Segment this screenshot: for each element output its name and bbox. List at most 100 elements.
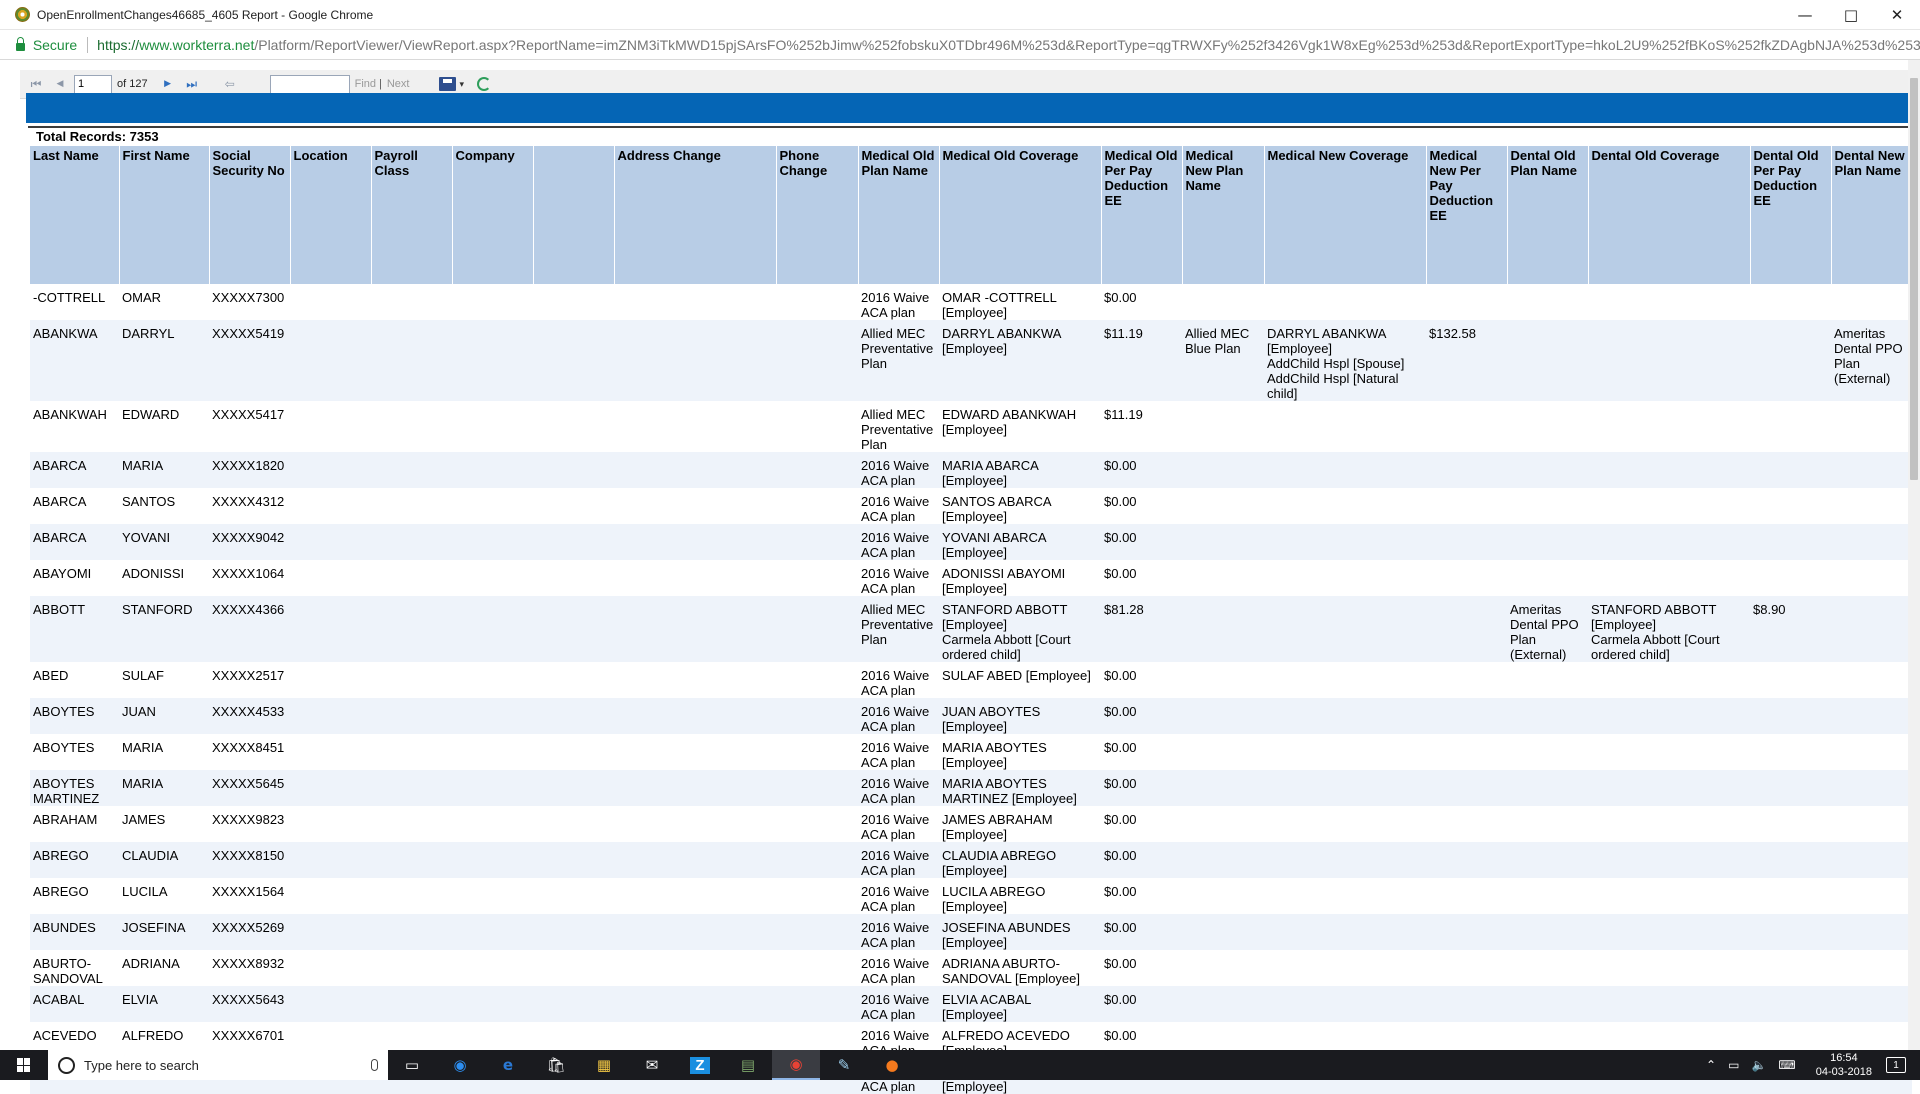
keyboard-icon[interactable]: ⌨ xyxy=(1778,1058,1795,1072)
address-bar[interactable]: Secure https://www.workterra.net/Platfor… xyxy=(0,30,1920,60)
table-cell xyxy=(1831,488,1912,524)
zoom-icon[interactable]: Z xyxy=(676,1050,724,1080)
find-separator: | xyxy=(379,78,382,90)
table-row: ABARCA SANTOS XXXXX4312 2016 Waive ACA plan… xyxy=(30,488,1912,524)
table-cell xyxy=(1264,914,1426,950)
table-row: ABOYTES JUAN XXXXX4533 2016 Waive ACA plan J… xyxy=(30,698,1912,734)
minimize-button[interactable]: — xyxy=(1782,0,1828,30)
maximize-button[interactable]: □ xyxy=(1828,0,1874,30)
firefox-icon[interactable]: ● xyxy=(868,1050,916,1080)
table-cell xyxy=(452,401,533,452)
column-header: Dental Old Per Pay Deduction EE xyxy=(1750,146,1832,284)
table-cell xyxy=(776,524,858,560)
last-page-icon[interactable]: ⏭ xyxy=(184,76,200,92)
table-cell xyxy=(371,401,452,452)
mail-icon[interactable]: ✉ xyxy=(628,1050,676,1080)
table-cell: XXXXX8932 xyxy=(209,950,290,986)
table-cell xyxy=(1264,698,1426,734)
table-cell xyxy=(776,596,858,662)
edge-icon[interactable]: e xyxy=(484,1050,532,1080)
table-cell xyxy=(1588,488,1750,524)
table-cell xyxy=(452,524,533,560)
table-cell xyxy=(452,560,533,596)
safari-icon[interactable]: ◉ xyxy=(436,1050,484,1080)
chrome-app-icon xyxy=(15,7,30,22)
table-cell xyxy=(533,596,614,662)
table-cell xyxy=(1507,698,1588,734)
notification-icon[interactable]: 1 xyxy=(1886,1057,1906,1073)
table-cell xyxy=(1182,914,1264,950)
table-cell: ADONISSI ABAYOMI [Employee] xyxy=(939,560,1101,596)
table-cell xyxy=(1264,401,1426,452)
show-hidden-icons-icon[interactable]: ⌃ xyxy=(1706,1058,1716,1072)
table-cell xyxy=(1588,950,1750,986)
network-icon[interactable]: ▭ xyxy=(1728,1058,1739,1072)
table-cell xyxy=(1831,770,1912,806)
scrollbar-thumb[interactable] xyxy=(1910,78,1918,480)
table-cell: ABOYTES xyxy=(30,734,119,770)
table-cell xyxy=(614,914,776,950)
table-cell xyxy=(1588,770,1750,806)
export-icon[interactable] xyxy=(439,77,457,91)
taskbar-search-box[interactable]: Type here to search xyxy=(48,1050,388,1080)
table-cell xyxy=(776,770,858,806)
first-page-icon[interactable]: ⏮ xyxy=(28,76,44,92)
start-button[interactable] xyxy=(0,1050,48,1080)
table-cell: ABED xyxy=(30,662,119,698)
clock[interactable]: 16:54 04-03-2018 xyxy=(1816,1051,1872,1079)
table-cell xyxy=(371,284,452,320)
table-cell xyxy=(1426,401,1507,452)
table-cell xyxy=(1182,842,1264,878)
next-page-icon[interactable]: ▶ xyxy=(160,76,176,92)
find-next-link[interactable]: Next xyxy=(387,78,410,90)
previous-page-icon[interactable]: ◀ xyxy=(52,76,68,92)
microphone-icon[interactable] xyxy=(371,1059,378,1071)
table-cell xyxy=(1182,488,1264,524)
table-cell xyxy=(1588,452,1750,488)
table-cell: STANFORD ABBOTT [Employee] Carmela Abbot… xyxy=(939,596,1101,662)
export-dropdown-icon[interactable]: ▾ xyxy=(459,79,464,90)
table-cell xyxy=(533,698,614,734)
table-cell xyxy=(614,662,776,698)
table-cell xyxy=(1507,320,1588,401)
table-cell xyxy=(290,524,371,560)
table-cell: DARRYL xyxy=(119,320,209,401)
table-cell: -COTTRELL xyxy=(30,284,119,320)
table-cell: ABARCA xyxy=(30,488,119,524)
back-to-parent-icon[interactable]: ⇦ xyxy=(222,76,238,92)
table-cell: XXXXX8150 xyxy=(209,842,290,878)
volume-icon[interactable]: 🔈 xyxy=(1751,1058,1766,1072)
chrome-icon[interactable]: ◉ xyxy=(772,1050,820,1080)
table-cell: ABRAHAM xyxy=(30,806,119,842)
table-header-row: Last Name First Name Social Security No Loc… xyxy=(30,146,1913,284)
table-cell xyxy=(1182,806,1264,842)
find-link[interactable]: Find xyxy=(355,78,376,90)
table-cell xyxy=(1264,806,1426,842)
table-cell: Allied MEC Preventative Plan xyxy=(858,401,939,452)
table-cell: $0.00 xyxy=(1101,284,1182,320)
table-cell xyxy=(1426,986,1507,1022)
table-cell xyxy=(533,950,614,986)
refresh-icon[interactable] xyxy=(477,77,492,91)
table-cell xyxy=(1831,806,1912,842)
table-cell xyxy=(1507,452,1588,488)
file-explorer-icon[interactable]: ▦ xyxy=(580,1050,628,1080)
close-button[interactable]: ✕ xyxy=(1874,0,1920,30)
page-number-input[interactable] xyxy=(74,74,112,94)
find-input[interactable] xyxy=(269,74,350,94)
table-row: ABREGO LUCILA XXXXX1564 2016 Waive ACA plan… xyxy=(30,878,1912,914)
table-cell xyxy=(533,986,614,1022)
notepad-icon[interactable]: ✎ xyxy=(820,1050,868,1080)
table-cell xyxy=(1264,596,1426,662)
column-header: Medical New Plan Name xyxy=(1182,146,1265,284)
store-icon[interactable]: 🛍 xyxy=(532,1050,580,1080)
task-view-icon[interactable]: ▭ xyxy=(388,1050,436,1080)
url-text[interactable]: https://www.workterra.net/Platform/Repor… xyxy=(97,37,1920,53)
table-cell xyxy=(1264,878,1426,914)
table-cell xyxy=(614,734,776,770)
page-count-label: of 127 xyxy=(117,78,148,90)
column-header: Location xyxy=(290,146,372,284)
vertical-scrollbar[interactable] xyxy=(1908,60,1920,1050)
table-cell xyxy=(1426,596,1507,662)
calculator-icon[interactable]: ▤ xyxy=(724,1050,772,1080)
